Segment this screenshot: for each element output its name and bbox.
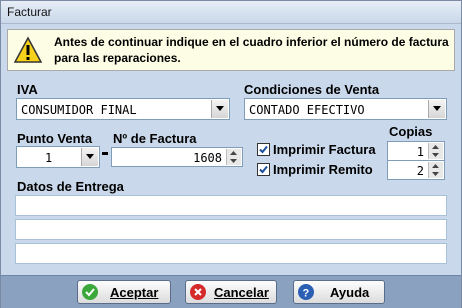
spin-up[interactable] xyxy=(227,149,241,157)
condiciones-dropdown-button[interactable] xyxy=(428,100,445,118)
info-banner: Antes de continuar indique en el cuadro … xyxy=(7,29,455,71)
imprimir-remito-checkbox[interactable] xyxy=(257,163,270,176)
aceptar-button[interactable]: Aceptar xyxy=(77,280,171,304)
cancel-icon xyxy=(190,284,206,300)
window-title: Facturar xyxy=(7,5,52,19)
condiciones-select[interactable]: CONTADO EFECTIVO xyxy=(244,98,447,120)
banner-message: Antes de continuar indique en el cuadro … xyxy=(54,35,449,65)
title-bar: Facturar xyxy=(1,1,461,24)
copias-remito-spinner[interactable] xyxy=(428,162,443,178)
spin-down[interactable] xyxy=(227,157,241,165)
datos-entrega-label: Datos de Entrega xyxy=(17,179,124,194)
chevron-down-icon xyxy=(432,172,439,176)
check-icon xyxy=(82,284,98,300)
copias-remito-input[interactable]: 2 xyxy=(387,160,445,180)
copias-remito-value: 2 xyxy=(416,164,424,178)
punto-venta-label: Punto Venta xyxy=(17,131,93,146)
spin-down[interactable] xyxy=(429,170,443,178)
ayuda-label: Ayuda xyxy=(330,285,370,300)
imprimir-factura-checkbox[interactable] xyxy=(257,143,270,156)
iva-value: CONSUMIDOR FINAL xyxy=(21,103,137,117)
copias-label: Copias xyxy=(389,124,433,139)
checkmark-icon xyxy=(259,145,268,154)
checkmark-icon xyxy=(259,165,268,174)
svg-text:?: ? xyxy=(303,288,310,300)
chevron-up-icon xyxy=(230,151,237,155)
iva-dropdown-button[interactable] xyxy=(211,100,228,118)
chevron-down-icon xyxy=(86,154,94,159)
copias-factura-spinner[interactable] xyxy=(428,143,443,159)
punto-venta-value: 1 xyxy=(45,151,53,165)
chevron-down-icon xyxy=(433,106,441,111)
nro-factura-spinner[interactable] xyxy=(226,149,241,165)
copias-factura-value: 1 xyxy=(416,145,424,159)
punto-venta-dropdown-button[interactable] xyxy=(81,148,98,166)
imprimir-remito-label: Imprimir Remito xyxy=(273,162,373,177)
nro-factura-input[interactable]: 1608 xyxy=(111,147,243,167)
spin-up[interactable] xyxy=(429,143,443,151)
condiciones-value: CONTADO EFECTIVO xyxy=(249,103,365,117)
chevron-up-icon xyxy=(432,164,439,168)
entrega-line-1[interactable] xyxy=(15,195,447,216)
chevron-up-icon xyxy=(432,145,439,149)
entrega-line-2[interactable] xyxy=(15,219,447,240)
cancelar-label: Cancelar xyxy=(214,285,269,300)
warning-icon xyxy=(14,36,42,63)
separator-dash xyxy=(102,152,108,155)
ayuda-button[interactable]: ? Ayuda xyxy=(293,280,385,304)
condiciones-label: Condiciones de Venta xyxy=(244,82,380,97)
copias-factura-input[interactable]: 1 xyxy=(387,141,445,161)
chevron-down-icon xyxy=(216,106,224,111)
chevron-down-icon xyxy=(230,159,237,163)
spin-up[interactable] xyxy=(429,162,443,170)
punto-venta-select[interactable]: 1 xyxy=(16,146,100,168)
facturar-dialog: Facturar Antes de continuar indique en e… xyxy=(0,0,462,308)
chevron-down-icon xyxy=(432,153,439,157)
imprimir-factura-label: Imprimir Factura xyxy=(273,142,376,157)
entrega-line-3[interactable] xyxy=(15,243,447,264)
spin-down[interactable] xyxy=(429,151,443,159)
nro-factura-label: Nº de Factura xyxy=(113,131,197,146)
nro-factura-value: 1608 xyxy=(193,151,222,165)
iva-select[interactable]: CONSUMIDOR FINAL xyxy=(16,98,230,120)
cancelar-button[interactable]: Cancelar xyxy=(185,280,277,304)
iva-label: IVA xyxy=(17,82,38,97)
help-icon: ? xyxy=(298,284,314,300)
aceptar-label: Aceptar xyxy=(110,285,159,300)
